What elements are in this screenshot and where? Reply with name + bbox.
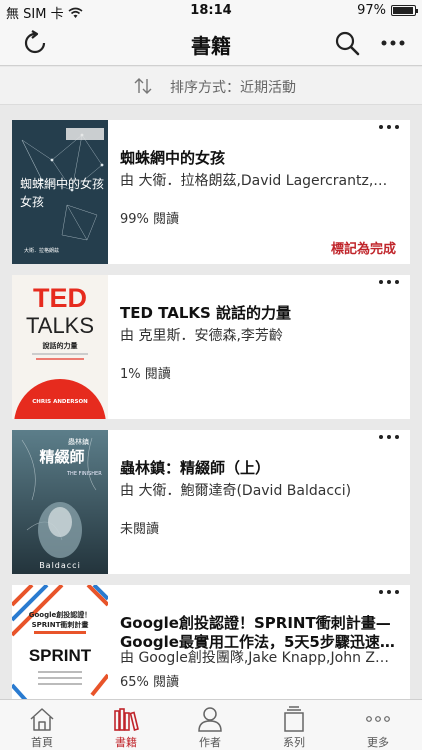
cover-subtitle: 說話的力量 bbox=[43, 341, 78, 350]
tab-home[interactable]: 首頁 bbox=[0, 700, 84, 750]
book-card[interactable]: TED TALKS 說話的力量 CHRIS ANDERSON TED TALKS… bbox=[12, 275, 410, 419]
book-cover[interactable]: Google創投認證！ SPRINT衝刺計畫 SPRINT bbox=[12, 585, 108, 699]
book-title[interactable]: 蜘蛛網中的女孩 bbox=[120, 149, 396, 168]
book-list[interactable]: 蜘蛛網中的女孩 女孩 大衛．拉格朗茲 蜘蛛網中的女孩 由 大衛．拉格朗茲,Dav… bbox=[0, 105, 422, 699]
book-cover[interactable]: 蟲林鎮 精綴師 THE FINISHER Baldacci bbox=[12, 430, 108, 574]
tab-authors[interactable]: 作者 bbox=[168, 700, 252, 750]
battery-percent: 97% bbox=[357, 3, 386, 18]
cover-title: 精綴師 bbox=[39, 448, 84, 466]
cover-ted: TED bbox=[33, 283, 87, 313]
reading-progress: 99% 閱讀 bbox=[120, 212, 180, 227]
book-author: 由 大衛．拉格朗茲,David Lagercrantz,顏… bbox=[120, 173, 396, 189]
tab-label: 更多 bbox=[367, 736, 389, 749]
book-cover[interactable]: TED TALKS 說話的力量 CHRIS ANDERSON bbox=[12, 275, 108, 419]
cover-author: CHRIS ANDERSON bbox=[32, 399, 88, 405]
cover-en: THE FINISHER bbox=[66, 471, 102, 477]
cover-author: Baldacci bbox=[39, 561, 81, 570]
book-title[interactable]: TED TALKS 說話的力量 bbox=[120, 304, 396, 323]
tab-label: 書籍 bbox=[115, 736, 137, 749]
cover-series: 蟲林鎮 bbox=[68, 437, 89, 446]
battery-icon bbox=[391, 5, 418, 16]
more-icon[interactable] bbox=[378, 122, 400, 132]
sort-label: 排序方式：近期活動 bbox=[170, 80, 296, 96]
cover-mid: SPRINT衝刺計畫 bbox=[32, 620, 89, 629]
navigation-bar: 書籍 bbox=[0, 22, 422, 66]
svg-text:女孩: 女孩 bbox=[20, 194, 44, 209]
book-author: 由 克里斯．安德森,李芳齡 bbox=[120, 328, 283, 344]
tab-series[interactable]: 系列 bbox=[252, 700, 336, 750]
cover-title: 蜘蛛網中的女孩 bbox=[20, 176, 104, 191]
tab-bar: 首頁 書籍 作者 系列 更多 bbox=[0, 699, 422, 750]
author-icon bbox=[198, 707, 222, 732]
cover-author: 大衛．拉格朗茲 bbox=[24, 247, 59, 254]
book-title[interactable]: 蟲林鎮：精綴師（上） bbox=[120, 459, 396, 478]
cover-big: SPRINT bbox=[29, 646, 92, 665]
status-bar: 無 SIM 卡 18:14 97% bbox=[0, 0, 422, 22]
sort-icon bbox=[134, 78, 152, 94]
reading-progress: 未閱讀 bbox=[120, 522, 160, 537]
tab-label: 系列 bbox=[283, 736, 305, 749]
tab-label: 首頁 bbox=[31, 736, 53, 749]
book-cover[interactable]: 蜘蛛網中的女孩 女孩 大衛．拉格朗茲 bbox=[12, 120, 108, 264]
cover-talks: TALKS bbox=[26, 313, 94, 338]
cover-top: Google創投認證！ bbox=[29, 610, 92, 619]
book-card[interactable]: 蜘蛛網中的女孩 女孩 大衛．拉格朗茲 蜘蛛網中的女孩 由 大衛．拉格朗茲,Dav… bbox=[12, 120, 410, 264]
book-card[interactable]: 蟲林鎮 精綴師 THE FINISHER Baldacci 蟲林鎮：精綴師（上）… bbox=[12, 430, 410, 574]
search-icon[interactable] bbox=[334, 30, 360, 56]
mark-finished-button[interactable]: 標記為完成 bbox=[331, 238, 396, 257]
tab-more[interactable]: 更多 bbox=[336, 700, 420, 750]
sort-bar[interactable]: 排序方式：近期活動 bbox=[0, 67, 422, 105]
more-icon bbox=[366, 716, 390, 722]
more-icon[interactable] bbox=[378, 277, 400, 287]
more-icon[interactable] bbox=[378, 587, 400, 597]
reading-progress: 1% 閱讀 bbox=[120, 367, 171, 382]
more-options-icon[interactable] bbox=[380, 32, 406, 54]
series-icon bbox=[284, 706, 304, 732]
home-icon bbox=[30, 708, 54, 731]
book-card[interactable]: Google創投認證！ SPRINT衝刺計畫 SPRINT Google創投認證… bbox=[12, 585, 410, 699]
tab-label: 作者 bbox=[199, 736, 221, 749]
book-author: 由 Google創投團隊,Jake Knapp,John Zer… bbox=[120, 650, 396, 666]
book-author: 由 大衛．鮑爾達奇(David Baldacci) bbox=[120, 483, 352, 499]
reading-progress: 65% 閱讀 bbox=[120, 675, 180, 690]
tab-books[interactable]: 書籍 bbox=[84, 700, 168, 750]
books-icon bbox=[114, 708, 139, 731]
more-icon[interactable] bbox=[378, 432, 400, 442]
